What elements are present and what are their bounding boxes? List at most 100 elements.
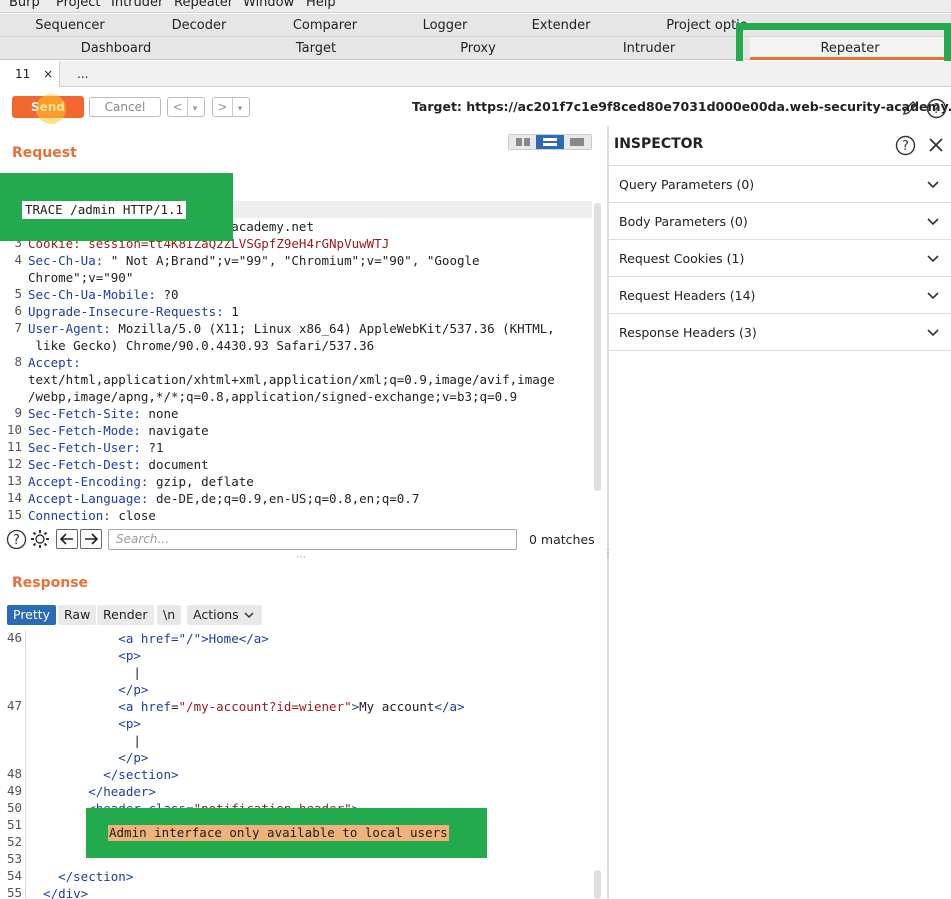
inspector-body-parameters[interactable]: Body Parameters (0) [609, 203, 951, 240]
chevron-down-icon [244, 605, 254, 625]
code-line: Sec-Fetch-User: ?1 [28, 439, 163, 456]
tab-decoder[interactable]: Decoder [172, 18, 227, 33]
help-icon[interactable]: ? [894, 134, 916, 156]
response-editor[interactable]: 46 <a href="/">Home</a> <p> | </p> 47 <a … [0, 630, 600, 899]
menu-repeater[interactable]: Repeater [174, 0, 233, 10]
code-token: Sec-Fetch-Mode: [28, 423, 141, 438]
code-token: </section> [28, 869, 134, 884]
response-scrollbar[interactable] [594, 870, 601, 899]
code-line: User-Agent: Mozilla/5.0 (X11; Linux x86_… [28, 320, 555, 337]
line-number: 4 [14, 252, 22, 267]
code-line: | [28, 732, 141, 749]
line-number: 47 [6, 698, 22, 713]
code-line: Connection: close [28, 507, 156, 523]
code-token: none [140, 406, 179, 421]
menu-intruder[interactable]: Intruder [111, 0, 163, 10]
history-forward-button[interactable]: > ▾ [212, 97, 250, 117]
tab-raw[interactable]: Raw [58, 605, 97, 625]
code-line: </p> [28, 681, 148, 698]
actions-label: Actions [193, 607, 239, 622]
line-number: 46 [6, 630, 22, 645]
code-token: <p> [28, 716, 141, 731]
code-line: <a href="/my-account?id=wiener">My accou… [28, 698, 465, 715]
line-number: 15 [6, 507, 22, 522]
tab-logger[interactable]: Logger [423, 18, 468, 33]
tab-intruder[interactable]: Intruder [623, 41, 675, 56]
target-url[interactable]: Target: https://ac201f7c1e9f8ced80e7031d… [412, 99, 951, 114]
help-icon[interactable]: ? [925, 97, 947, 119]
line-number: 50 [6, 800, 22, 815]
code-line: Sec-Fetch-Mode: navigate [28, 422, 209, 439]
tab-comparer[interactable]: Comparer [293, 18, 357, 33]
tab-pretty[interactable]: Pretty [7, 605, 57, 625]
code-token: Sec-Fetch-Dest: [28, 457, 141, 472]
annotation-highlight-request-line: TRACE /admin HTTP/1.1 [0, 173, 233, 241]
inspector-request-cookies[interactable]: Request Cookies (1) [609, 240, 951, 277]
layout-split-horizontal-icon[interactable] [536, 135, 564, 149]
chevron-down-icon [927, 277, 939, 314]
line-number: 8 [14, 354, 22, 369]
menu-window[interactable]: Window [243, 0, 294, 10]
menu-project[interactable]: Project [56, 0, 100, 10]
cancel-button[interactable]: Cancel [89, 97, 161, 117]
code-line: Chrome";v="90" [28, 269, 133, 286]
tab-extender[interactable]: Extender [532, 18, 591, 33]
repeater-subtabs: 11 × ... [0, 61, 951, 87]
close-icon[interactable]: × [43, 67, 53, 81]
inspector-request-headers[interactable]: Request Headers (14) [609, 277, 951, 314]
tab-dashboard[interactable]: Dashboard [81, 41, 152, 56]
code-token: navigate [140, 423, 209, 438]
subtab-more[interactable]: ... [77, 61, 88, 87]
code-line: <p> [28, 647, 141, 664]
cursor-highlight [36, 94, 66, 124]
inspector-panel: INSPECTOR ? Query Parameters (0) Body Pa… [609, 126, 951, 899]
help-icon[interactable]: ? [5, 528, 27, 550]
split-handle[interactable]: ⋯ [296, 552, 307, 563]
svg-text:?: ? [902, 139, 909, 154]
request-editor[interactable]: 7031d000e00da.web-security-academy.net3C… [0, 201, 600, 523]
code-token: like Gecko) Chrome/90.0.4430.93 Safari/5… [28, 338, 375, 353]
tab-target[interactable]: Target [296, 41, 336, 56]
inspector-response-headers[interactable]: Response Headers (3) [609, 314, 951, 351]
line-number: 7 [14, 320, 22, 335]
code-token: Sec-Ch-Ua: [28, 253, 104, 268]
history-back-button[interactable]: < ▾ [167, 97, 205, 117]
tab-newline[interactable]: \n [157, 605, 182, 625]
tab-sequencer[interactable]: Sequencer [35, 18, 104, 33]
line-number: 53 [6, 851, 22, 866]
search-input[interactable]: Search... [108, 529, 517, 550]
code-line: text/html,application/xhtml+xml,applicat… [28, 371, 555, 388]
subtab-11[interactable]: 11 × [0, 61, 60, 87]
code-token: <a href="/">Home</a> [28, 631, 269, 646]
code-line: Accept-Encoding: gzip, deflate [28, 473, 254, 490]
layout-toggle[interactable] [508, 134, 592, 150]
menu-burp[interactable]: Burp [9, 0, 40, 10]
code-token: Sec-Ch-Ua-Mobile: [28, 287, 156, 302]
code-token: Sec-Fetch-User: [28, 440, 141, 455]
code-token: </a> [434, 699, 465, 714]
line-number: 10 [6, 422, 22, 437]
request-scrollbar[interactable] [594, 203, 601, 491]
arrow-left-icon[interactable] [56, 529, 78, 549]
menu-help[interactable]: Help [306, 0, 336, 10]
tab-render[interactable]: Render [97, 605, 154, 625]
actions-dropdown[interactable]: Actions [187, 605, 262, 625]
layout-tabs-icon[interactable] [563, 135, 591, 149]
close-icon[interactable] [925, 134, 947, 156]
code-token: </p> [28, 750, 149, 765]
code-token: </div> [28, 886, 89, 899]
code-token: </section> [28, 767, 179, 782]
http-method: TRACE [25, 202, 63, 217]
code-token: User-Agent: [28, 321, 111, 336]
code-token: Chrome";v="90" [28, 270, 134, 285]
layout-split-vertical-icon[interactable] [509, 135, 537, 149]
arrow-right-icon[interactable] [80, 529, 102, 549]
tab-proxy[interactable]: Proxy [460, 41, 496, 56]
inspector-title: INSPECTOR [614, 136, 704, 152]
chevron-down-icon [927, 240, 939, 277]
chevron-down-icon [927, 166, 939, 203]
edit-pencil-icon[interactable] [899, 97, 921, 119]
gear-icon[interactable] [29, 528, 51, 550]
inspector-query-parameters[interactable]: Query Parameters (0) [609, 166, 951, 203]
line-number: 5 [14, 286, 22, 301]
